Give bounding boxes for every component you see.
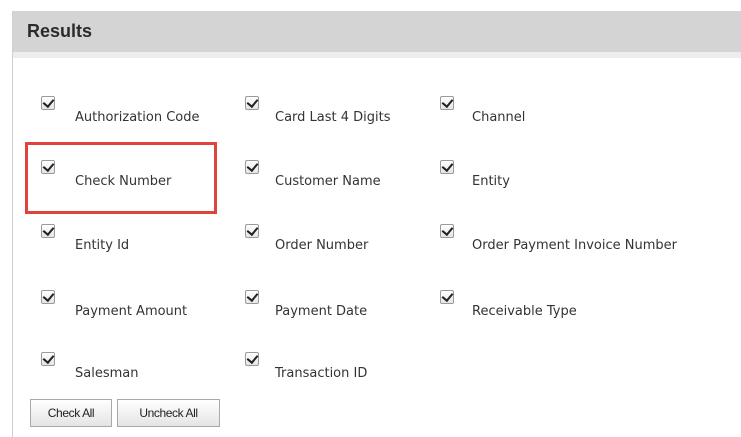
checkbox-order-payment-invoice-number[interactable] <box>440 224 454 238</box>
checkbox-transaction-id[interactable] <box>245 352 259 366</box>
check-all-button[interactable]: Check All <box>30 399 112 427</box>
option-label: Salesman <box>75 366 139 381</box>
top-strip <box>0 0 741 11</box>
option-label: Order Number <box>275 238 369 253</box>
checkbox-customer-name[interactable] <box>245 160 259 174</box>
option-entity[interactable]: Entity <box>440 160 640 190</box>
option-payment-date[interactable]: Payment Date <box>245 290 425 320</box>
panel-title: Results <box>27 21 93 41</box>
option-payment-amount[interactable]: Payment Amount <box>41 290 221 320</box>
checkbox-payment-date[interactable] <box>245 290 259 304</box>
checkbox-salesman[interactable] <box>41 352 55 366</box>
checkbox-order-number[interactable] <box>245 224 259 238</box>
option-label: Channel <box>472 110 526 125</box>
option-salesman[interactable]: Salesman <box>41 352 211 382</box>
checkbox-card-last-4-digits[interactable] <box>245 96 259 110</box>
option-label: Order Payment Invoice Number <box>472 238 677 253</box>
option-label: Receivable Type <box>472 304 577 319</box>
option-label: Transaction ID <box>275 366 368 381</box>
option-receivable-type[interactable]: Receivable Type <box>440 290 640 320</box>
option-label: Payment Amount <box>75 304 188 319</box>
panel-header: Results <box>13 11 741 58</box>
checkbox-payment-amount[interactable] <box>41 290 55 304</box>
option-entity-id[interactable]: Entity Id <box>41 224 211 254</box>
option-label: Card Last 4 Digits <box>275 110 391 125</box>
option-order-payment-invoice-number[interactable]: Order Payment Invoice Number <box>440 224 730 254</box>
option-card-last-4-digits[interactable]: Card Last 4 Digits <box>245 96 425 126</box>
checkbox-authorization-code[interactable] <box>41 96 55 110</box>
option-label: Customer Name <box>275 174 381 189</box>
checkbox-entity[interactable] <box>440 160 454 174</box>
checkbox-channel[interactable] <box>440 96 454 110</box>
checkbox-entity-id[interactable] <box>41 224 55 238</box>
option-authorization-code[interactable]: Authorization Code <box>41 96 231 126</box>
uncheck-all-button[interactable]: Uncheck All <box>117 399 220 427</box>
option-label: Payment Date <box>275 304 368 319</box>
option-order-number[interactable]: Order Number <box>245 224 425 254</box>
option-label: Entity <box>472 174 510 189</box>
option-customer-name[interactable]: Customer Name <box>245 160 425 190</box>
option-channel[interactable]: Channel <box>440 96 640 126</box>
option-label: Entity Id <box>75 238 130 253</box>
highlight-box <box>25 142 217 214</box>
option-label: Authorization Code <box>75 110 200 125</box>
option-transaction-id[interactable]: Transaction ID <box>245 352 425 382</box>
checkbox-receivable-type[interactable] <box>440 290 454 304</box>
